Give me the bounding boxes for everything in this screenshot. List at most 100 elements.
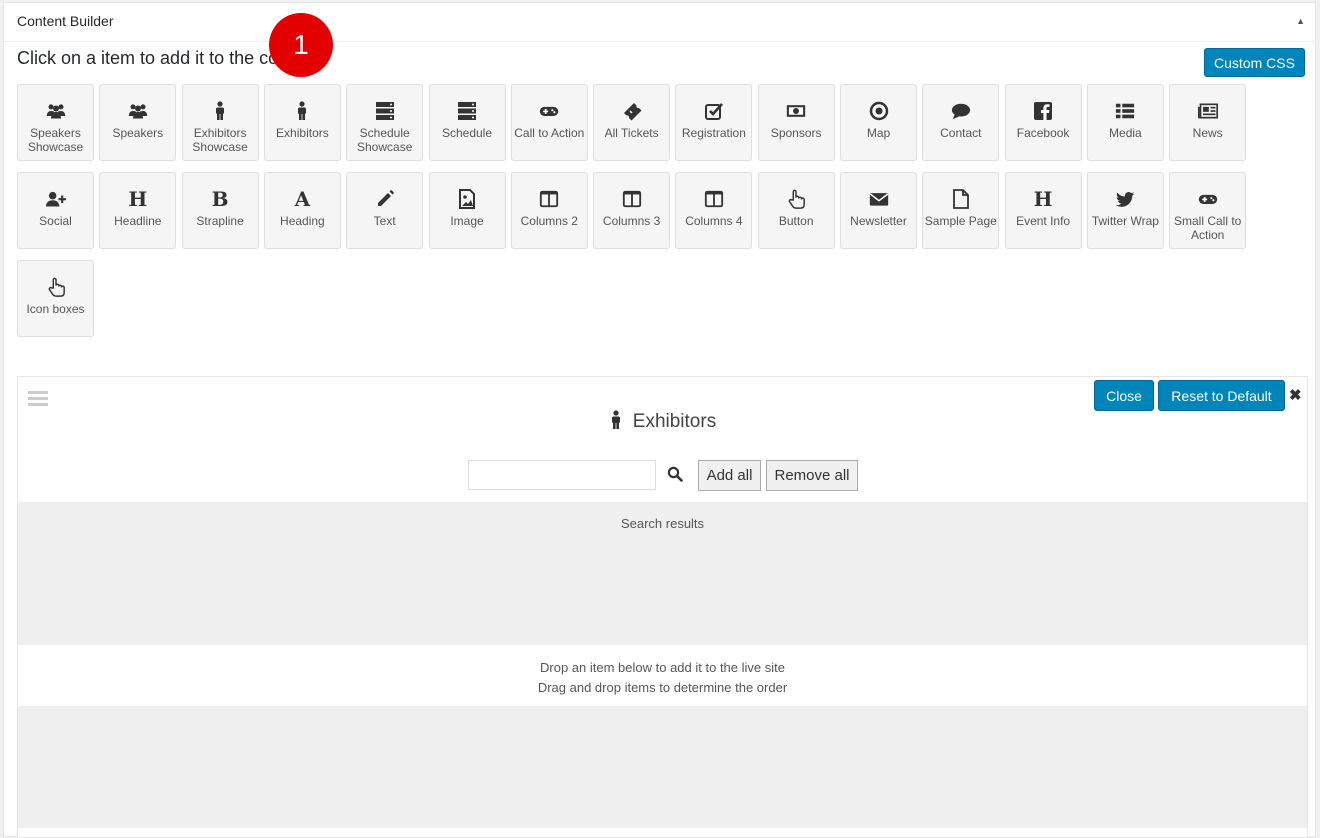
user-plus-icon [18, 189, 93, 209]
tile-event-info[interactable]: H Event Info [1004, 171, 1082, 249]
tile-contact[interactable]: Contact [922, 84, 1000, 161]
tile-exhibitors[interactable]: Exhibitors [263, 84, 341, 161]
tile-label: Map [866, 126, 891, 140]
tile-schedule-showcase[interactable]: Schedule Showcase [346, 84, 424, 161]
remove-panel-icon[interactable]: ✖ [1289, 386, 1302, 404]
tile-label: Facebook [1016, 126, 1070, 140]
exhibitors-panel: Close Reset to Default ✖ Exhibitors Add … [17, 376, 1308, 838]
facebook-icon [1006, 101, 1081, 121]
search-icon[interactable] [667, 466, 683, 482]
close-button[interactable]: Close [1094, 380, 1154, 411]
tile-label: Small Call to Action [1174, 213, 1242, 242]
check-square-icon [676, 101, 751, 121]
tile-label: Event Info [1016, 213, 1071, 228]
dot-circle-icon [841, 101, 916, 121]
tile-icon-boxes[interactable]: Icon boxes [17, 259, 94, 337]
tile-speakers[interactable]: Speakers [99, 84, 177, 161]
tile-sponsors[interactable]: Sponsors [757, 84, 835, 161]
tile-label: Image [450, 213, 484, 228]
custom-css-button[interactable]: Custom CSS [1204, 48, 1305, 77]
tile-columns-2[interactable]: Columns 2 [510, 171, 588, 249]
search-results-label: Search results [620, 516, 705, 531]
tile-strapline[interactable]: B Strapline [181, 171, 259, 249]
server-icon [347, 101, 422, 121]
gamepad-icon [1170, 189, 1245, 209]
pencil-icon [347, 189, 422, 209]
list-icon [1088, 101, 1163, 121]
tile-label: Headline [114, 213, 162, 228]
hand-pointer-icon [759, 189, 834, 209]
event-info-h-icon: H [1033, 186, 1053, 211]
content-builder-header[interactable]: Content Builder ▲ [4, 3, 1315, 42]
tile-label: Social [39, 213, 72, 228]
columns-icon [594, 189, 669, 209]
drop-text-line-2: Drag and drop items to determine the ord… [537, 680, 788, 695]
columns-icon [512, 189, 587, 209]
tile-news[interactable]: News [1169, 84, 1247, 161]
tile-map[interactable]: Map [840, 84, 917, 161]
users-icon [18, 101, 93, 121]
tile-label: Exhibitors [276, 126, 329, 140]
tile-columns-4[interactable]: Columns 4 [675, 171, 753, 249]
tile-label: Icon boxes [26, 301, 85, 316]
content-builder-title: Content Builder [17, 13, 114, 29]
tile-small-call-to-action[interactable]: Small Call to Action [1169, 171, 1247, 249]
file-icon [923, 188, 998, 209]
tile-facebook[interactable]: Facebook [1004, 84, 1082, 161]
tile-label: Media [1109, 126, 1142, 140]
tile-media[interactable]: Media [1086, 84, 1164, 161]
tile-text[interactable]: Text [346, 171, 424, 249]
tile-label: Heading [280, 213, 325, 228]
tile-all-tickets[interactable]: All Tickets [593, 84, 671, 161]
live-site-drop-zone[interactable] [18, 706, 1307, 828]
drag-handle-icon[interactable] [28, 391, 48, 409]
remove-all-button[interactable]: Remove all [766, 460, 858, 491]
columns-icon [676, 189, 751, 209]
tile-label: News [1192, 126, 1223, 140]
tile-registration[interactable]: Registration [675, 84, 753, 161]
tile-newsletter[interactable]: Newsletter [840, 171, 917, 249]
server-icon [430, 101, 505, 121]
collapse-toggle-icon[interactable]: ▲ [1296, 16, 1305, 26]
annotation-badge: 1 [269, 13, 333, 77]
headline-h-icon: H [128, 186, 148, 211]
tile-label: Sponsors [770, 126, 822, 140]
gamepad-icon [512, 101, 587, 121]
reset-to-default-button[interactable]: Reset to Default [1158, 380, 1285, 411]
tile-heading[interactable]: A Heading [263, 171, 341, 249]
tile-button[interactable]: Button [757, 171, 835, 249]
tile-label: Call to Action [514, 126, 585, 140]
tile-social[interactable]: Social [17, 171, 94, 249]
tile-call-to-action[interactable]: Call to Action [510, 84, 588, 161]
tile-label: Exhibitors Showcase [192, 126, 248, 154]
tile-label: Button [778, 213, 814, 228]
male-icon [611, 410, 620, 429]
users-icon [100, 101, 175, 121]
envelope-icon [841, 189, 916, 209]
add-all-button[interactable]: Add all [698, 460, 761, 491]
drop-instructions: Drop an item below to add it to the live… [18, 658, 1307, 698]
tile-headline[interactable]: H Headline [99, 171, 177, 249]
tile-label: Columns 3 [602, 213, 661, 228]
tile-sample-page[interactable]: Sample Page [922, 171, 1000, 249]
tile-label: Contact [940, 126, 982, 140]
tile-label: Sample Page [924, 213, 997, 228]
tile-label: All Tickets [604, 126, 659, 140]
tile-label: Text [373, 213, 396, 228]
tile-columns-3[interactable]: Columns 3 [593, 171, 671, 249]
tile-exhibitors-showcase[interactable]: Exhibitors Showcase [181, 84, 259, 161]
tile-speakers-showcase[interactable]: Speakers Showcase [17, 84, 94, 161]
male-icon [183, 101, 258, 121]
tile-image[interactable]: Image [428, 171, 506, 249]
tile-schedule[interactable]: Schedule [428, 84, 506, 161]
newspaper-icon [1170, 101, 1245, 121]
panel-title-text: Exhibitors [632, 411, 717, 432]
tile-twitter-wrap[interactable]: Twitter Wrap [1086, 171, 1164, 249]
strapline-b-icon: B [211, 186, 229, 211]
twitter-icon [1088, 189, 1163, 209]
search-input[interactable] [468, 460, 656, 490]
heading-a-icon: A [294, 186, 311, 211]
panel-title: Exhibitors [18, 410, 1307, 433]
tile-label: Columns 4 [685, 213, 743, 228]
ticket-icon [594, 101, 669, 121]
